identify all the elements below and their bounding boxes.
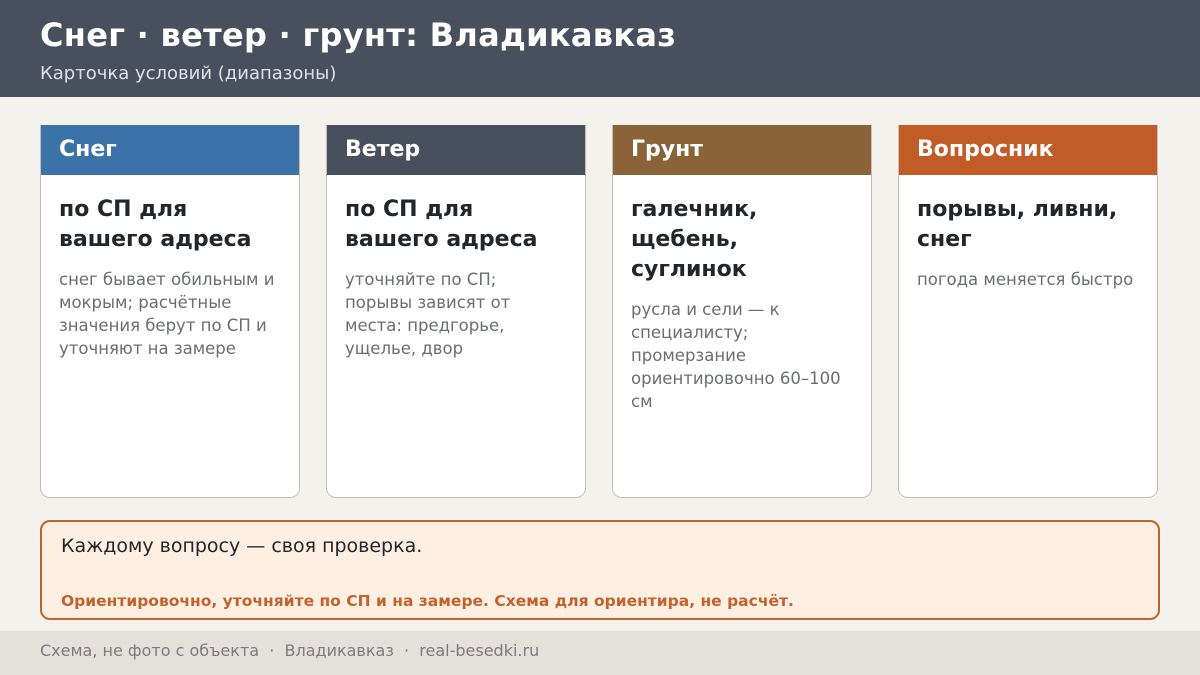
note-box: Каждому вопросу — своя проверка. Ориенти… [40,520,1160,620]
card-questionnaire-title: Вопросник [899,125,1157,175]
footer-bar: Схема, не фото с объекта · Владикавказ ·… [0,631,1200,675]
card-snow-value: по СП для вашего адреса [59,197,252,252]
disclaimer-text: Ориентировочно, уточняйте по СП и на зам… [61,592,794,610]
page-title: Снег · ветер · грунт: Владикавказ [40,16,677,54]
card-snow: Снег по СП для вашего адреса снег бывает… [40,125,300,498]
card-soil: Грунт галечник, щебень, суглинок русла и… [612,125,872,498]
card-wind-value: по СП для вашего адреса [345,197,538,252]
card-soil-value: галечник, щебень, суглинок [631,197,758,282]
card-wind-title: Ветер [327,125,585,175]
card-soil-note: русла и сели — к специалисту; промерзани… [631,300,841,411]
card-questionnaire-value: порывы, ливни, снег [917,197,1118,252]
header-banner: Снег · ветер · грунт: Владикавказ Карточ… [0,0,1200,97]
card-wind: Ветер по СП для вашего адреса уточняйте … [326,125,586,498]
page-subtitle: Карточка условий (диапазоны) [40,63,337,84]
footer-text: Схема, не фото с объекта · Владикавказ ·… [40,641,540,660]
note-text: Каждому вопросу — своя проверка. [61,535,423,557]
card-wind-note: уточняйте по СП; порывы зависят от места… [345,270,511,358]
card-soil-title: Грунт [613,125,871,175]
card-questionnaire: Вопросник порывы, ливни, снег погода мен… [898,125,1158,498]
card-snow-note: снег бывает обильным и мокрым; расчётные… [59,270,275,358]
card-questionnaire-note: погода меняется быстро [917,270,1134,289]
card-snow-title: Снег [41,125,299,175]
